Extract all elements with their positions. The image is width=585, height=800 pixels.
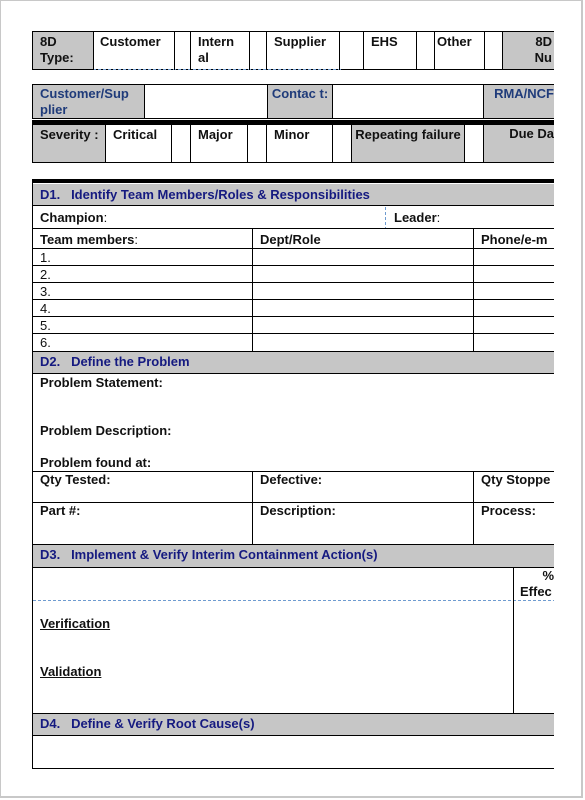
defective-label: Defective: <box>260 472 323 487</box>
divider <box>363 31 364 70</box>
divider <box>266 125 267 163</box>
number-label: 8D Nu <box>534 34 552 65</box>
type-option-other: Other <box>437 34 472 49</box>
champion-field[interactable] <box>112 207 384 228</box>
customer-field[interactable] <box>145 85 267 118</box>
containment-action-field[interactable] <box>33 569 513 600</box>
divider <box>93 31 94 70</box>
divider <box>190 31 191 70</box>
dashed-divider <box>33 600 554 601</box>
type-other-checkbox[interactable] <box>485 32 502 69</box>
dashed-divider <box>93 69 343 70</box>
form-8d: 8D Type: Customer Intern al Supplier EHS… <box>32 0 554 800</box>
team-row-number: 5. <box>40 318 51 333</box>
type-supplier-checkbox[interactable] <box>340 32 363 69</box>
team-row-number: 4. <box>40 301 51 316</box>
severity-option-major: Major <box>198 127 233 142</box>
team-member-fields[interactable] <box>72 249 252 352</box>
d3-title: D3. Implement & Verify Interim Containme… <box>40 547 378 562</box>
colon: : <box>103 210 108 225</box>
phone-email-header: Phone/e-m <box>481 232 548 247</box>
contact-label: Contac t: <box>271 86 329 101</box>
contact-field[interactable] <box>333 85 483 118</box>
dept-role-header: Dept/Role <box>260 232 321 247</box>
leader-field[interactable] <box>452 207 554 228</box>
team-row-number: 2. <box>40 267 51 282</box>
team-members-text: Team members <box>40 232 135 247</box>
dept-role-fields[interactable] <box>253 249 473 352</box>
type-customer-checkbox[interactable] <box>175 32 190 69</box>
due-date-label: Due Da <box>509 126 554 141</box>
phone-email-fields[interactable] <box>474 249 554 352</box>
divider <box>190 125 191 163</box>
description-label: Description: <box>260 503 336 518</box>
severity-major-checkbox[interactable] <box>248 125 266 162</box>
divider <box>105 125 106 163</box>
problem-statement-field[interactable] <box>40 392 554 422</box>
customer-label: Customer/Sup plier <box>40 86 129 117</box>
type-option-internal: Intern al <box>198 34 235 65</box>
divider <box>32 228 554 229</box>
d1-title: D1. Identify Team Members/Roles & Respon… <box>40 187 370 202</box>
colon: : <box>134 232 139 247</box>
leader-label: Leader: <box>394 210 440 226</box>
effective-label: Effec <box>520 584 552 599</box>
d4-title: D4. Define & Verify Root Cause(s) <box>40 716 255 731</box>
problem-statement-label: Problem Statement: <box>40 375 163 390</box>
repeating-failure-label: Repeating failure <box>355 127 461 142</box>
qty-stopped-label: Qty Stoppe <box>481 472 551 487</box>
severity-option-critical: Critical <box>113 127 158 142</box>
champion-label: Champion: <box>40 210 107 226</box>
divider <box>32 768 554 769</box>
divider <box>351 125 352 163</box>
verification-label: Verification <box>40 616 111 631</box>
effective-percent-label: % <box>542 568 554 583</box>
part-number-label: Part #: <box>40 503 81 518</box>
colon: : <box>436 210 441 225</box>
root-cause-field[interactable] <box>33 737 554 767</box>
d2-title: D2. Define the Problem <box>40 354 190 369</box>
type-internal-checkbox[interactable] <box>250 32 266 69</box>
process-label: Process: <box>481 503 536 518</box>
divider <box>434 31 435 70</box>
qty-tested-label: Qty Tested: <box>40 472 111 487</box>
type-option-supplier: Supplier <box>274 34 327 49</box>
problem-description-label: Problem Description: <box>40 423 172 438</box>
type-option-customer: Customer <box>100 34 161 49</box>
leader-text: Leader <box>394 210 437 225</box>
type-label: 8D Type: <box>40 34 74 65</box>
type-option-ehs: EHS <box>371 34 398 49</box>
divider <box>473 471 474 544</box>
team-row-number: 1. <box>40 250 51 265</box>
team-row-number: 3. <box>40 284 51 299</box>
type-ehs-checkbox[interactable] <box>417 32 434 69</box>
champion-text: Champion <box>40 210 104 225</box>
team-members-header: Team members: <box>40 232 138 248</box>
problem-found-label: Problem found at: <box>40 455 152 470</box>
team-row-number: 6. <box>40 335 51 350</box>
dashed-divider <box>385 207 386 228</box>
validation-label: Validation <box>40 664 102 679</box>
divider <box>252 471 253 544</box>
severity-critical-checkbox[interactable] <box>172 125 190 162</box>
problem-description-field[interactable] <box>40 440 554 454</box>
repeating-failure-checkbox[interactable] <box>465 125 483 162</box>
severity-label: Severity : <box>40 127 99 142</box>
effective-field[interactable] <box>514 601 554 713</box>
rma-label: RMA/NCF <box>494 86 554 101</box>
severity-option-minor: Minor <box>274 127 310 142</box>
divider <box>266 31 267 70</box>
severity-minor-checkbox[interactable] <box>333 125 351 162</box>
